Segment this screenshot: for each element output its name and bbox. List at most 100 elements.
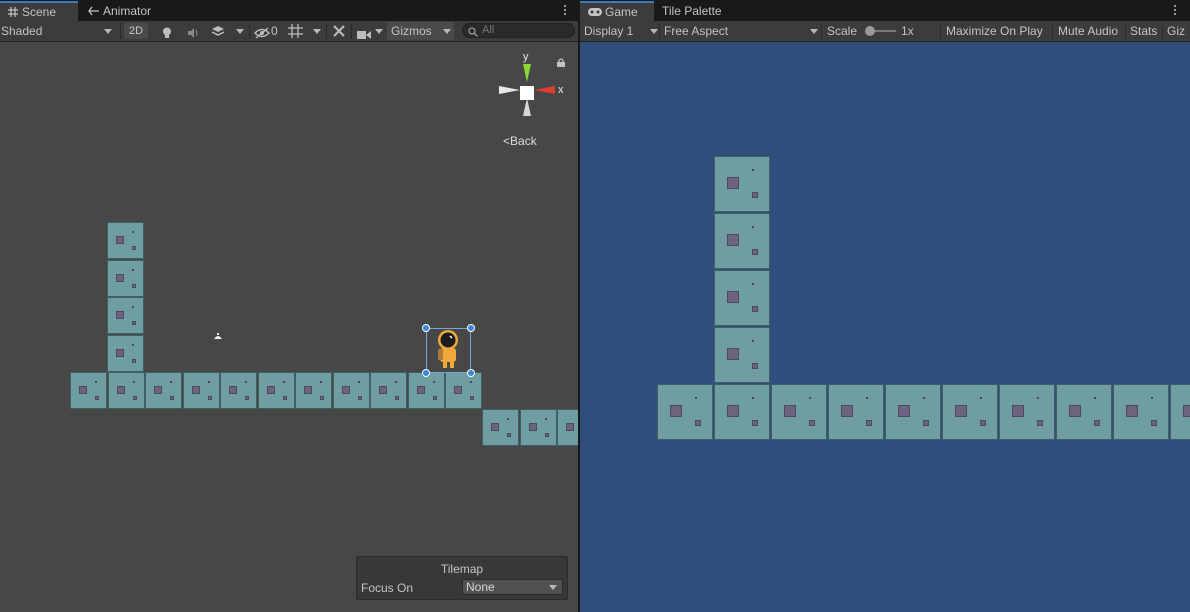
toolbar-divider — [351, 23, 352, 39]
tab-animator[interactable]: Animator — [80, 1, 159, 21]
tab-scene-label: Scene — [22, 5, 57, 19]
scale-label: Scale — [827, 24, 858, 38]
tilemap-overlay-title: Tilemap — [440, 562, 484, 576]
gizmos-label: Gizmos — [391, 24, 432, 38]
display-dropdown[interactable]: Display 1 — [584, 21, 658, 41]
tile — [1056, 384, 1112, 440]
game-gizmos-dropdown[interactable]: Giz — [1167, 21, 1185, 41]
mute-audio-label: Mute Audio — [1058, 24, 1119, 38]
scene-tilemap[interactable] — [0, 42, 578, 612]
toolbar-divider — [1052, 23, 1053, 39]
astronaut-sprite-icon — [438, 330, 458, 368]
tab-tile-palette-label: Tile Palette — [662, 4, 722, 18]
chevron-down-icon — [104, 29, 112, 34]
tile — [999, 384, 1055, 440]
tile — [145, 372, 182, 409]
tile — [70, 372, 107, 409]
tile — [828, 384, 884, 440]
tab-game[interactable]: Game — [580, 1, 654, 21]
tile — [885, 384, 941, 440]
aspect-value: Free Aspect — [664, 24, 729, 38]
mute-audio-toggle[interactable]: Mute Audio — [1058, 21, 1118, 41]
audio-toggle-button[interactable] — [184, 21, 202, 41]
aspect-dropdown[interactable]: Free Aspect — [664, 21, 818, 41]
tile — [1113, 384, 1169, 440]
tab-scene[interactable]: Scene — [0, 1, 78, 21]
2d-toggle-button[interactable]: 2D — [124, 23, 148, 39]
grid-snap-icon — [288, 24, 303, 44]
scene-viewport[interactable]: y x <Back Tilemap Focus On None — [0, 42, 578, 612]
tile — [107, 372, 145, 409]
tile — [182, 372, 220, 409]
scene-menu-icon[interactable] — [563, 3, 567, 17]
resize-handle-top-left[interactable] — [422, 324, 430, 332]
toolbar-divider — [249, 23, 250, 39]
tile — [519, 409, 557, 446]
grid-icon — [8, 4, 18, 17]
focus-on-dropdown[interactable]: None — [462, 579, 563, 595]
scene-tabbar: Scene Animator — [0, 0, 578, 21]
game-menu-icon[interactable] — [1173, 3, 1177, 17]
resize-handle-bottom-left[interactable] — [422, 369, 430, 377]
animator-icon — [88, 2, 100, 16]
gizmos-dropdown[interactable]: Gizmos — [387, 22, 454, 40]
chevron-down-icon — [650, 29, 658, 34]
tile — [714, 156, 770, 212]
search-placeholder: All — [482, 24, 495, 36]
stats-label: Stats — [1130, 24, 1158, 38]
game-tilemap — [580, 42, 1190, 612]
player-character[interactable] — [422, 324, 475, 377]
light-source-icon[interactable] — [213, 330, 223, 344]
focus-on-label: Focus On — [361, 581, 414, 595]
tile — [445, 372, 482, 409]
tab-tile-palette[interactable]: Tile Palette — [654, 1, 730, 21]
toolbar-divider — [659, 23, 660, 39]
resize-handle-bottom-right[interactable] — [467, 369, 475, 377]
toolbar-divider — [120, 23, 121, 39]
tools-button[interactable] — [330, 21, 348, 41]
tile — [257, 372, 295, 409]
maximize-on-play-toggle[interactable]: Maximize On Play — [946, 21, 1043, 41]
maximize-on-play-label: Maximize On Play — [946, 24, 1043, 38]
chevron-down-icon — [375, 29, 383, 34]
stats-toggle[interactable]: Stats — [1130, 21, 1157, 41]
toolbar-divider — [326, 23, 327, 39]
tile — [657, 384, 713, 440]
tile — [107, 334, 144, 372]
game-viewport[interactable] — [580, 42, 1190, 612]
scale-slider-thumb[interactable] — [865, 26, 875, 36]
scene-panel: Scene Animator Shaded 2D 0 Gizmos All y … — [0, 0, 578, 612]
gamepad-icon — [588, 4, 602, 16]
chevron-down-icon — [810, 29, 818, 34]
scene-visibility-toggle[interactable]: 0 — [254, 21, 282, 41]
tile — [295, 372, 332, 409]
scale-value: 1x — [901, 24, 914, 38]
tile — [107, 297, 144, 334]
camera-dropdown[interactable] — [356, 21, 386, 41]
shading-mode-dropdown[interactable]: Shaded — [1, 21, 116, 41]
scale-slider[interactable] — [865, 26, 896, 36]
toolbar-divider — [1162, 23, 1163, 39]
chevron-down-icon — [549, 585, 557, 590]
tile — [714, 384, 770, 440]
tab-animator-label: Animator — [103, 4, 152, 18]
focus-on-value: None — [466, 580, 495, 594]
wrench-cross-icon — [332, 24, 346, 44]
effects-dropdown[interactable] — [208, 21, 246, 41]
search-icon — [468, 26, 478, 40]
tile — [107, 259, 144, 297]
tile — [220, 372, 257, 409]
resize-handle-top-right[interactable] — [467, 324, 475, 332]
tile — [370, 372, 407, 409]
2d-toggle-label: 2D — [128, 25, 144, 37]
tile — [714, 327, 770, 383]
lighting-toggle-button[interactable] — [158, 21, 176, 41]
tile — [482, 409, 519, 446]
chevron-down-icon — [236, 29, 244, 34]
tilemap-overlay: Tilemap Focus On None — [356, 556, 568, 600]
tile — [714, 270, 770, 326]
tab-game-label: Game — [605, 5, 638, 19]
game-tabbar: Game Tile Palette — [580, 0, 1190, 21]
grid-snap-dropdown[interactable] — [287, 21, 325, 41]
scene-search-input[interactable]: All — [462, 23, 575, 38]
